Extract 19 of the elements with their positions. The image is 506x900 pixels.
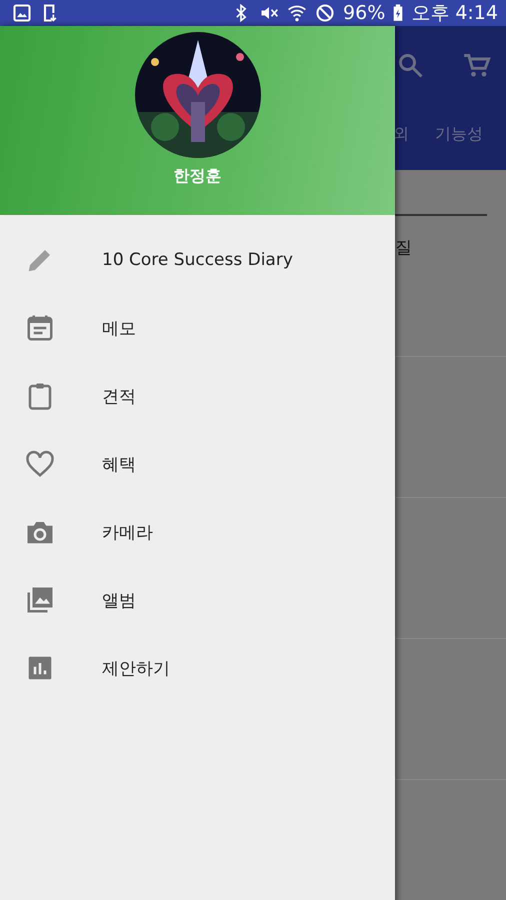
menu-item[interactable]: 메모 bbox=[0, 294, 395, 362]
menu-item[interactable]: 10 Core Success Diary bbox=[0, 226, 395, 294]
battery-percentage: 96% bbox=[343, 2, 386, 24]
battery-icon bbox=[393, 4, 404, 22]
list-text: 질 bbox=[395, 237, 413, 260]
wifi-icon bbox=[287, 3, 308, 23]
menu-item[interactable]: 카메라 bbox=[0, 498, 395, 566]
heart-icon bbox=[25, 449, 55, 479]
menu-item[interactable]: 앨범 bbox=[0, 566, 395, 634]
menu-item[interactable]: 제안하기 bbox=[0, 634, 395, 702]
search-icon bbox=[397, 52, 425, 80]
clock: 오후 4:14 bbox=[411, 1, 498, 26]
image-icon bbox=[12, 3, 32, 23]
blocked-icon bbox=[315, 3, 336, 23]
calendar-icon bbox=[25, 313, 55, 343]
menu-item[interactable]: 견적 bbox=[0, 362, 395, 430]
photo-album-icon bbox=[25, 585, 55, 615]
user-name: 한정훈 bbox=[174, 166, 222, 187]
menu-item[interactable]: 혜택 bbox=[0, 430, 395, 498]
